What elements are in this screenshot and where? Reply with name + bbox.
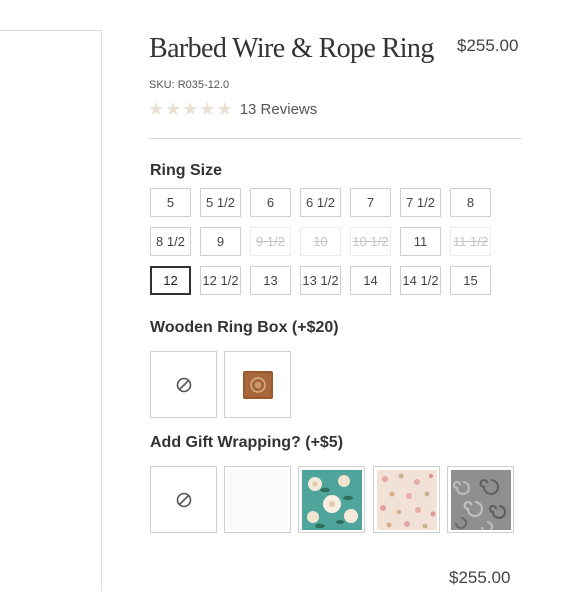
white-paper-swatch (227, 469, 288, 530)
size-option[interactable]: 15 (450, 266, 491, 295)
size-option-unavailable: 11 1/2 (450, 227, 491, 256)
wooden-box-image (242, 370, 273, 399)
size-option[interactable]: 13 (250, 266, 291, 295)
size-option[interactable]: 12 1/2 (200, 266, 241, 295)
reviews-link[interactable]: 13 Reviews (240, 101, 318, 118)
teal-floral-swatch (301, 469, 362, 530)
size-option-unavailable: 9 1/2 (250, 227, 291, 256)
size-option[interactable]: 8 (450, 188, 491, 217)
product-title: Barbed Wire & Rope Ring (149, 33, 434, 64)
star-icon: ★ (148, 99, 165, 119)
pink-floral-swatch (376, 469, 437, 530)
gift-wrap-label: Add Gift Wrapping? (+$5) (150, 434, 344, 451)
gift-wrap-option-white[interactable] (224, 466, 291, 533)
product-image-panel (0, 30, 102, 591)
size-option[interactable]: 5 1/2 (200, 188, 241, 217)
size-option-unavailable: 10 (300, 227, 341, 256)
size-option[interactable]: 5 (150, 188, 191, 217)
gift-wrap-option-none[interactable] (150, 466, 217, 533)
gift-wrap-option-pink-floral[interactable] (373, 466, 440, 533)
size-option[interactable]: 7 1/2 (400, 188, 441, 217)
star-icon: ★ (182, 99, 199, 119)
size-option[interactable]: 8 1/2 (150, 227, 191, 256)
size-option-unavailable: 10 1/2 (350, 227, 391, 256)
footer-price: $255.00 (449, 568, 511, 587)
size-option[interactable]: 7 (350, 188, 391, 217)
gray-swirl-swatch (450, 469, 511, 530)
product-sku: SKU: R035-12.0 (149, 79, 230, 91)
star-icon: ★ (165, 99, 182, 119)
ring-size-label: Ring Size (150, 162, 223, 179)
size-option[interactable]: 11 (400, 227, 441, 256)
size-option[interactable]: 13 1/2 (300, 266, 341, 295)
size-option[interactable]: 14 1/2 (400, 266, 441, 295)
star-icon: ★ (216, 99, 233, 119)
none-icon (176, 492, 191, 507)
gift-wrap-option-gray-swirl[interactable] (447, 466, 514, 533)
star-icon: ★ (199, 99, 216, 119)
gift-wrap-option-teal-floral[interactable] (298, 466, 365, 533)
none-icon (176, 377, 191, 392)
ring-box-option-wooden[interactable] (224, 351, 291, 418)
size-option-selected[interactable]: 12 (150, 266, 191, 295)
size-option[interactable]: 14 (350, 266, 391, 295)
size-option[interactable]: 6 1/2 (300, 188, 341, 217)
rating[interactable]: ★ ★ ★ ★ ★ 13 Reviews (148, 99, 317, 119)
divider (149, 138, 522, 139)
product-price: $255.00 (457, 36, 519, 55)
ring-box-label: Wooden Ring Box (+$20) (150, 319, 339, 336)
ring-box-option-none[interactable] (150, 351, 217, 418)
size-option[interactable]: 6 (250, 188, 291, 217)
size-option[interactable]: 9 (200, 227, 241, 256)
